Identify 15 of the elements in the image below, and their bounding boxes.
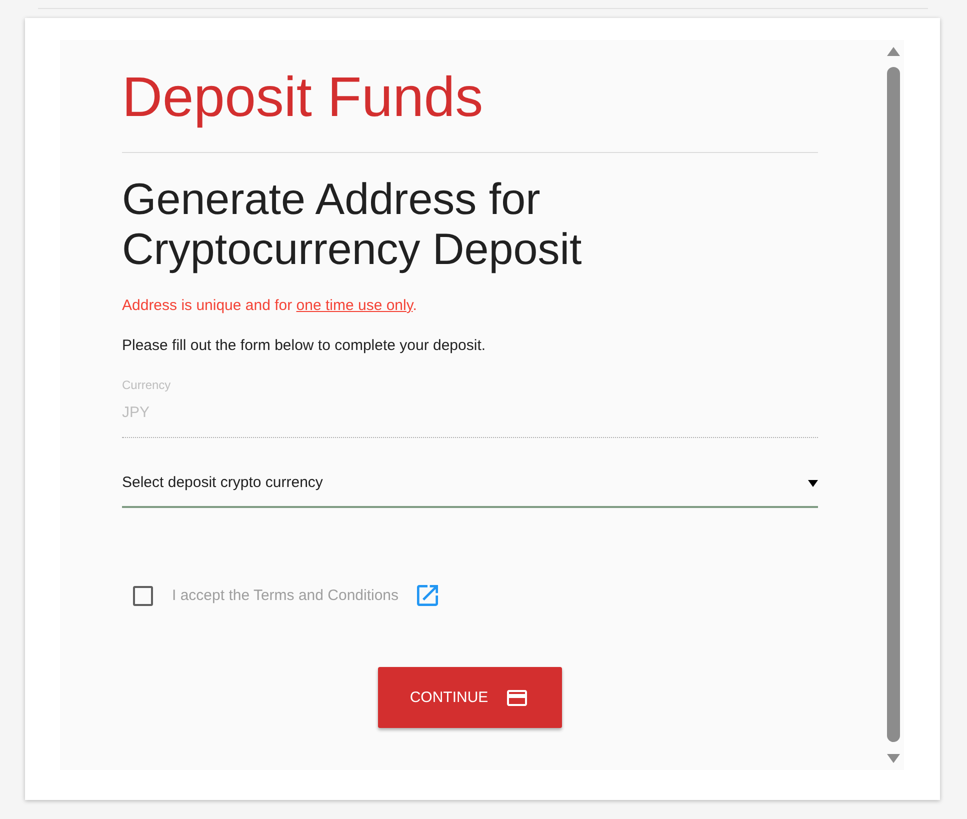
continue-button[interactable]: CONTINUE <box>378 667 562 728</box>
page-title: Deposit Funds <box>122 65 484 129</box>
scroll-down-icon[interactable] <box>886 754 900 763</box>
instructions-text: Please fill out the form below to complete your deposit. <box>122 336 487 356</box>
credit-card-icon <box>506 690 528 706</box>
external-link-icon[interactable] <box>416 585 438 606</box>
section-heading: Generate Address for Cryptocurrency Deposit <box>122 175 583 275</box>
caret-down-icon <box>808 480 818 486</box>
scrollbar-thumb[interactable] <box>886 67 900 742</box>
crypto-currency-select[interactable]: Select deposit crypto currency <box>122 473 818 508</box>
uniqueness-notice: Address is unique and for one time use only. <box>122 296 418 316</box>
scroll-up-icon[interactable] <box>886 47 900 56</box>
one-time-use-link[interactable]: one time use only <box>296 297 413 314</box>
terms-checkbox[interactable] <box>133 586 153 606</box>
terms-label[interactable]: I accept the Terms and Conditions <box>172 586 399 606</box>
